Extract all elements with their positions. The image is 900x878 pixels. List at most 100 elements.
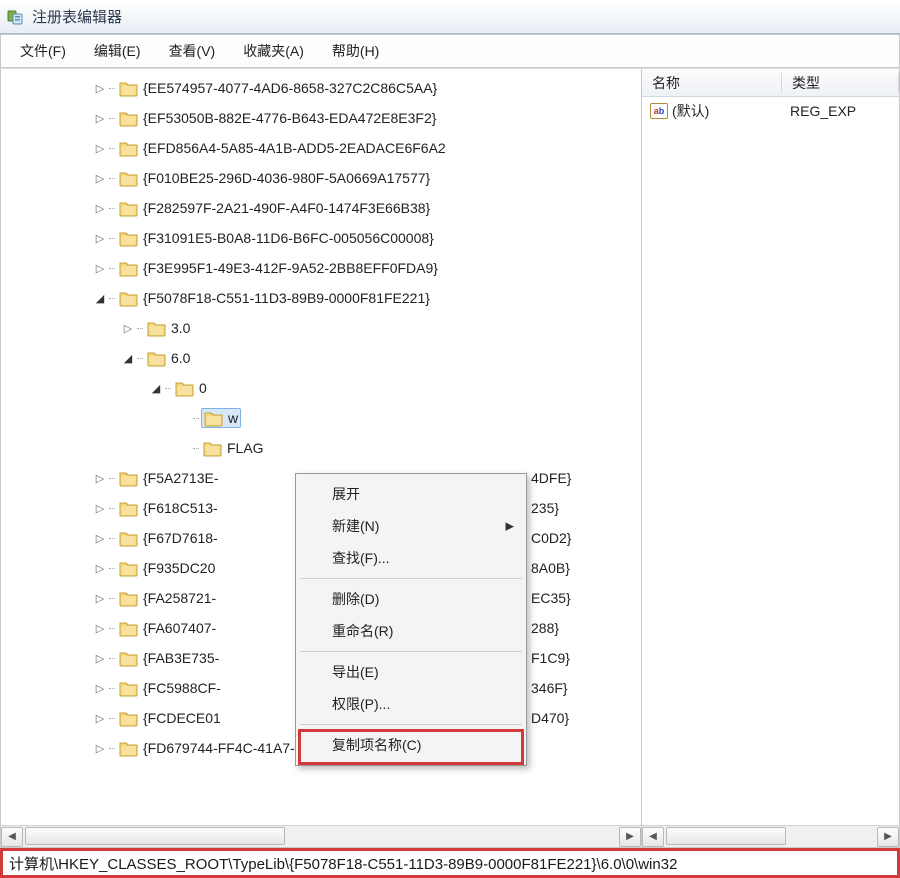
- ctx-delete[interactable]: 删除(D): [298, 583, 524, 615]
- tree-node-label: {F935DC20: [143, 560, 215, 576]
- menu-bar: 文件(F) 编辑(E) 查看(V) 收藏夹(A) 帮助(H): [0, 34, 900, 68]
- tree-node-label: {FC5988CF-: [143, 680, 221, 696]
- ctx-rename[interactable]: 重命名(R): [298, 615, 524, 647]
- menu-help[interactable]: 帮助(H): [319, 36, 392, 66]
- folder-icon: [119, 739, 139, 757]
- tree-hscroll-track[interactable]: [25, 827, 617, 847]
- list-hscroll-track[interactable]: [666, 827, 875, 847]
- expand-closed-icon[interactable]: ▷: [93, 501, 107, 515]
- tree-node[interactable]: ◢ 0: [1, 373, 641, 403]
- expand-open-icon[interactable]: ◢: [149, 381, 163, 395]
- expand-closed-icon[interactable]: ▷: [93, 81, 107, 95]
- folder-icon: [119, 589, 139, 607]
- ctx-permissions[interactable]: 权限(P)...: [298, 688, 524, 720]
- folder-icon: [147, 319, 167, 337]
- menu-edit[interactable]: 编辑(E): [81, 36, 154, 66]
- tree-node-label: {FCDECE01: [143, 710, 221, 726]
- tree-node-label: {F010BE25-296D-4036-980F-5A0669A17577}: [143, 170, 430, 186]
- folder-icon: [119, 289, 139, 307]
- list-hscroll-thumb[interactable]: [666, 827, 786, 845]
- tree-node[interactable]: ◢ {F5078F18-C551-11D3-89B9-0000F81FE221}: [1, 283, 641, 313]
- folder-icon: [119, 139, 139, 157]
- ctx-expand[interactable]: 展开: [298, 478, 524, 510]
- folder-icon: [119, 649, 139, 667]
- window-title: 注册表编辑器: [32, 6, 122, 27]
- title-bar: 注册表编辑器: [0, 0, 900, 34]
- expand-closed-icon[interactable]: ▷: [93, 651, 107, 665]
- folder-icon: [119, 559, 139, 577]
- tree-node[interactable]: ▷ {F282597F-2A21-490F-A4F0-1474F3E66B38}: [1, 193, 641, 223]
- tree-node[interactable]: w: [1, 403, 641, 433]
- expand-closed-icon[interactable]: ▷: [93, 591, 107, 605]
- tree-node-label: {F3E995F1-49E3-412F-9A52-2BB8EFF0FDA9}: [143, 260, 438, 276]
- tree-node-label-tail: C0D2}: [531, 530, 571, 546]
- expand-open-icon[interactable]: ◢: [93, 291, 107, 305]
- scroll-right-button[interactable]: ▶: [619, 827, 641, 847]
- tree-node[interactable]: ▷ {EF53050B-882E-4776-B643-EDA472E8E3F2}: [1, 103, 641, 133]
- ctx-separator-2: [300, 651, 522, 652]
- folder-icon: [147, 349, 167, 367]
- folder-icon: [119, 109, 139, 127]
- ctx-new[interactable]: 新建(N) ▶: [298, 510, 524, 542]
- expand-closed-icon[interactable]: ▷: [93, 171, 107, 185]
- tree-node[interactable]: ▷ {F010BE25-296D-4036-980F-5A0669A17577}: [1, 163, 641, 193]
- tree-node[interactable]: FLAG: [1, 433, 641, 463]
- expand-closed-icon[interactable]: ▷: [93, 471, 107, 485]
- tree-node[interactable]: ▷ {EFD856A4-5A85-4A1B-ADD5-2EADACE6F6A2: [1, 133, 641, 163]
- list-value-type: REG_EXP: [790, 103, 856, 119]
- expand-open-icon[interactable]: ◢: [121, 351, 135, 365]
- tree-node[interactable]: ▷ {F3E995F1-49E3-412F-9A52-2BB8EFF0FDA9}: [1, 253, 641, 283]
- ctx-new-label: 新建(N): [332, 518, 379, 534]
- tree-node[interactable]: ▷ {EE574957-4077-4AD6-8658-327C2C86C5AA}: [1, 73, 641, 103]
- scroll-left-button[interactable]: ◀: [1, 827, 23, 847]
- tree-hscrollbar[interactable]: ◀ ▶: [1, 825, 641, 847]
- list-header: 名称 类型: [642, 69, 899, 97]
- expand-closed-icon[interactable]: ▷: [93, 711, 107, 725]
- tree-node-label-tail: EC35}: [531, 590, 571, 606]
- submenu-arrow-icon: ▶: [506, 520, 514, 533]
- col-header-name[interactable]: 名称: [642, 73, 782, 93]
- tree-node[interactable]: ◢ 6.0: [1, 343, 641, 373]
- tree-node-label: {EE574957-4077-4AD6-8658-327C2C86C5AA}: [143, 80, 437, 96]
- tree-node-label: FLAG: [227, 440, 264, 456]
- expand-closed-icon[interactable]: ▷: [93, 681, 107, 695]
- tree-node-label: 0: [199, 380, 207, 396]
- ctx-find[interactable]: 查找(F)...: [298, 542, 524, 574]
- ctx-export[interactable]: 导出(E): [298, 656, 524, 688]
- expand-closed-icon[interactable]: ▷: [93, 111, 107, 125]
- list-hscrollbar[interactable]: ◀ ▶: [642, 825, 899, 847]
- expand-closed-icon[interactable]: ▷: [93, 231, 107, 245]
- folder-icon: [203, 439, 223, 457]
- tree-node-label-tail: D470}: [531, 710, 569, 726]
- scroll-left-button[interactable]: ◀: [642, 827, 664, 847]
- tree-node-label: {EF53050B-882E-4776-B643-EDA472E8E3F2}: [143, 110, 436, 126]
- tree-node-label: {FA258721-: [143, 590, 216, 606]
- regedit-icon: [6, 7, 26, 27]
- ctx-separator-3: [300, 724, 522, 725]
- tree-node[interactable]: ▷ {F31091E5-B0A8-11D6-B6FC-005056C00008}: [1, 223, 641, 253]
- expand-closed-icon[interactable]: ▷: [93, 741, 107, 755]
- menu-view[interactable]: 查看(V): [156, 36, 229, 66]
- content-area: ▷ {EE574957-4077-4AD6-8658-327C2C86C5AA}…: [0, 68, 900, 848]
- col-header-type[interactable]: 类型: [782, 73, 899, 93]
- menu-file[interactable]: 文件(F): [7, 36, 79, 66]
- menu-favorites[interactable]: 收藏夹(A): [230, 36, 317, 66]
- folder-icon: [119, 169, 139, 187]
- folder-icon: [119, 259, 139, 277]
- tree-node-label: {F31091E5-B0A8-11D6-B6FC-005056C00008}: [143, 230, 434, 246]
- tree-node[interactable]: ▷ 3.0: [1, 313, 641, 343]
- expand-closed-icon[interactable]: ▷: [93, 621, 107, 635]
- expand-closed-icon[interactable]: ▷: [93, 261, 107, 275]
- list-row[interactable]: ab (默认) REG_EXP: [642, 97, 899, 125]
- folder-icon: [119, 499, 139, 517]
- tree-pane: ▷ {EE574957-4077-4AD6-8658-327C2C86C5AA}…: [0, 69, 642, 848]
- expand-closed-icon[interactable]: ▷: [121, 321, 135, 335]
- expand-closed-icon[interactable]: ▷: [93, 201, 107, 215]
- ctx-copy-key-name[interactable]: 复制项名称(C): [298, 729, 524, 761]
- expand-closed-icon[interactable]: ▷: [93, 141, 107, 155]
- expand-closed-icon[interactable]: ▷: [93, 531, 107, 545]
- scroll-right-button[interactable]: ▶: [877, 827, 899, 847]
- expand-closed-icon[interactable]: ▷: [93, 561, 107, 575]
- tree-hscroll-thumb[interactable]: [25, 827, 285, 845]
- tree-node-label: {F618C513-: [143, 500, 218, 516]
